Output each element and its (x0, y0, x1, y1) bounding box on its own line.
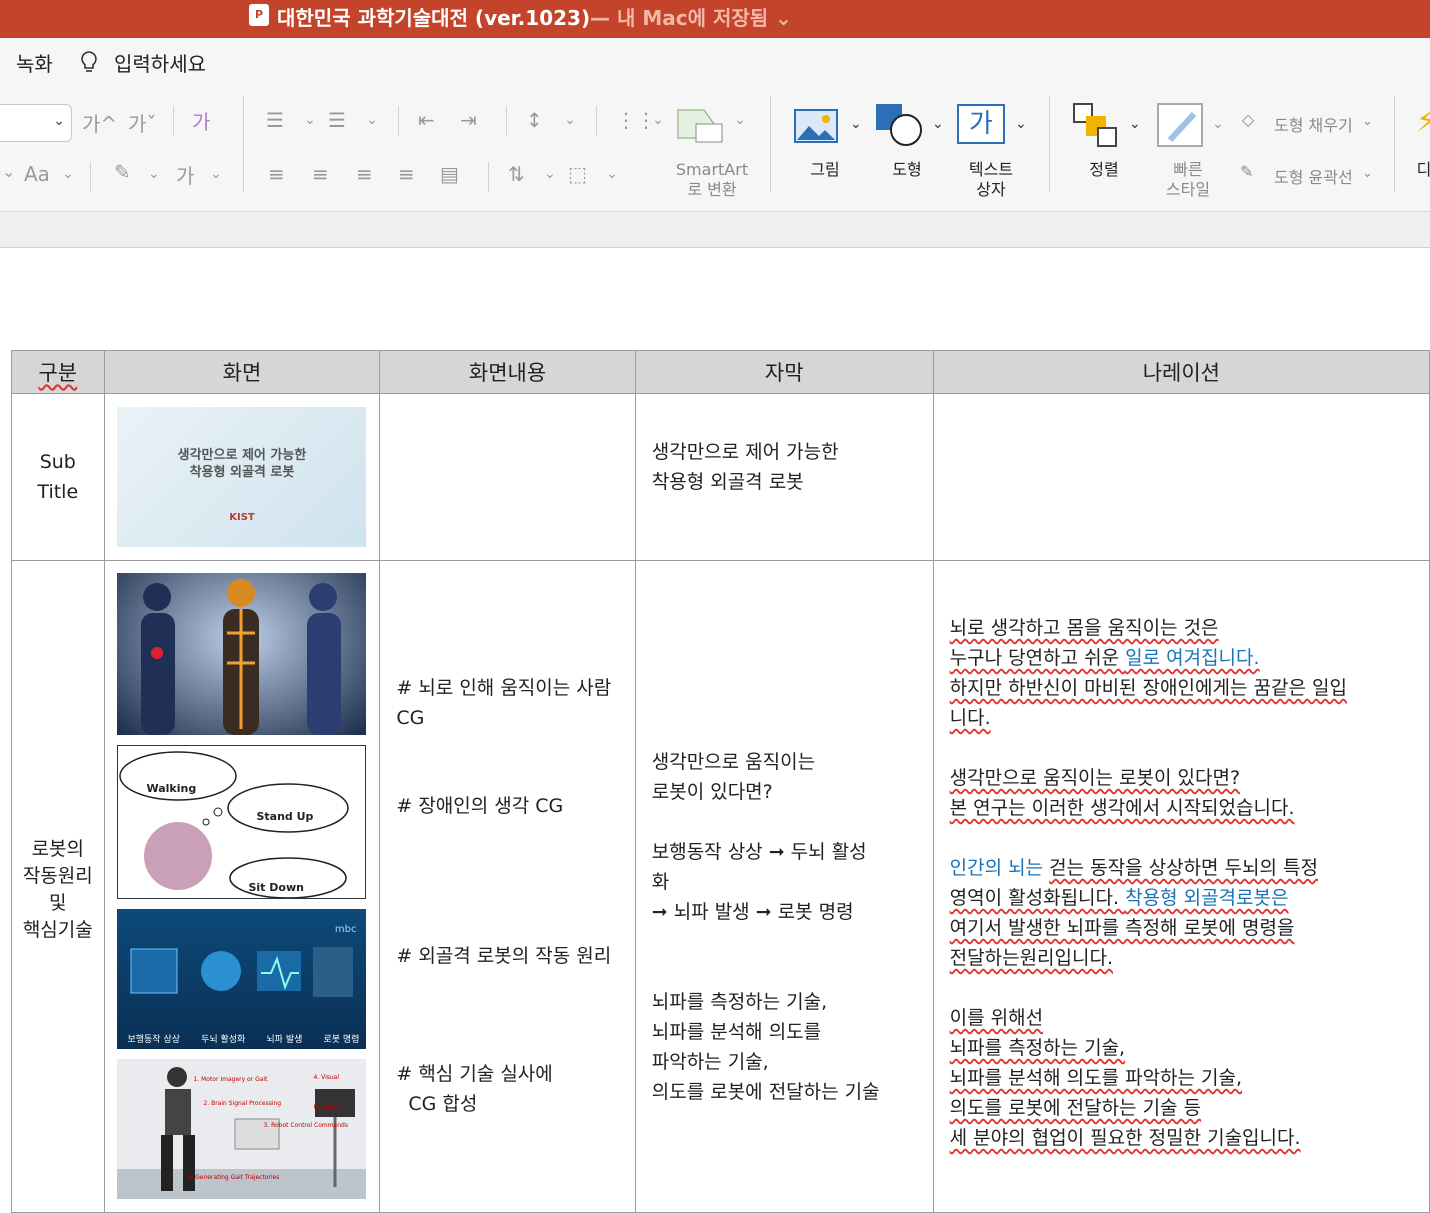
title-bar: P 대한민국 과학기술대전 (ver.1023) — 내 Mac에 저장됨 ⌄ (0, 0, 1430, 38)
numbering-icon[interactable]: ☰ (328, 108, 346, 132)
text-direction-icon[interactable]: ⇅ (508, 162, 525, 186)
chevron-down-icon: ⌄ (62, 166, 74, 182)
columns-icon[interactable]: ⋮⋮ (616, 108, 656, 132)
font-color-button[interactable]: 가 (176, 160, 194, 189)
content-cell[interactable] (379, 393, 636, 561)
align-center-icon[interactable]: ≡ (312, 162, 329, 186)
powerpoint-icon: P (249, 4, 269, 26)
distributed-icon[interactable]: ▤ (440, 162, 459, 186)
shape-fill-button[interactable]: 도형 채우기 (1274, 112, 1353, 136)
ribbon-lower-strip (0, 212, 1430, 248)
content-line: CG (396, 707, 425, 729)
quick-styles-button[interactable]: 빠른 스타일 (1152, 160, 1224, 200)
bullets-icon[interactable]: ☰ (266, 108, 284, 132)
storyboard-table: 구분 화면 화면내용 자막 나레이션 Sub Title 생각만으로 제어 가능… (11, 350, 1430, 1213)
menu-bar: 녹화 입력하세요 (0, 38, 1430, 84)
quick-styles-icon[interactable] (1156, 100, 1206, 150)
font-size-box[interactable]: ⌄ (0, 104, 72, 142)
core-tech-photo-thumbnail[interactable]: 1. Motor Imagery or Gait 2. Brain Signal… (117, 1059, 367, 1199)
screen-cell[interactable]: 생각만으로 제어 가능한 착용형 외골격 로봇 KIST (103, 393, 381, 561)
smartart-button[interactable]: SmartArt 로 변환 (664, 160, 760, 200)
textbox-icon[interactable]: 가 (957, 104, 1005, 144)
picture-button[interactable]: 그림 (796, 160, 854, 180)
arrange-icon[interactable] (1072, 102, 1122, 150)
line-spacing-icon[interactable]: ↕ (526, 108, 543, 132)
subtitle-thumbnail[interactable]: 생각만으로 제어 가능한 착용형 외골격 로봇 KIST (117, 407, 367, 547)
human-bodies-image (141, 579, 342, 735)
decrease-font-button[interactable]: 가ˇ (128, 108, 156, 137)
lightbulb-icon (81, 51, 97, 72)
chevron-down-icon: ⌄ (148, 166, 160, 182)
chevron-down-icon: ⌄ (53, 113, 65, 129)
increase-indent-icon[interactable]: ⇥ (460, 108, 477, 132)
divider (173, 106, 174, 136)
arrange-button[interactable]: 정렬 (1076, 160, 1132, 180)
kist-logo: KIST (229, 512, 255, 523)
content-line: # 장애인의 생각 CG (396, 795, 564, 817)
divider (243, 96, 244, 192)
lightning-icon[interactable]: ⚡ (1416, 104, 1430, 140)
narration-cell[interactable] (932, 393, 1430, 561)
content-line: # 핵심 기술 실사에 (396, 1063, 553, 1085)
shape-icon[interactable] (874, 102, 926, 148)
category-cell[interactable]: Sub Title (11, 393, 105, 561)
picture-icon[interactable] (793, 106, 841, 146)
header-caption: 자막 (634, 350, 934, 394)
window-title: 대한민국 과학기술대전 (ver.1023) (277, 6, 591, 30)
category-cell[interactable]: 로봇의 작동원리 및 핵심기술 (11, 560, 105, 1213)
header-narration: 나레이션 (932, 350, 1430, 394)
caption-cell[interactable]: 생각만으로 제어 가능한 착용형 외골격 로봇 (634, 393, 934, 561)
clear-format-icon[interactable]: 가 (192, 106, 210, 135)
header-screen: 화면 (103, 350, 381, 394)
content-line: CG 합성 (408, 1093, 478, 1115)
highlight-icon[interactable]: ✎ (114, 160, 131, 184)
align-right-icon[interactable]: ≡ (356, 162, 373, 186)
standup-label: Stand Up (256, 810, 314, 823)
table-row: Sub Title 생각만으로 제어 가능한 착용형 외골격 로봇 KIST 생… (11, 393, 1430, 561)
body-cg-thumbnail[interactable] (117, 573, 367, 735)
content-line: # 뇌로 인해 움직이는 사람 (396, 677, 612, 699)
narration-cell[interactable]: 뇌로 생각하고 몸을 움직이는 것은 누구나 당연하고 쉬운 일로 여겨집니다.… (932, 560, 1430, 1213)
chevron-down-icon: ⌄ (210, 166, 222, 182)
thought-bubbles-image (119, 751, 350, 898)
process-icons-image (130, 947, 354, 997)
robot-principle-thumbnail[interactable]: mbc 보행동작 상상 두뇌 활성화 뇌파 발생 로봇 명령 (117, 909, 367, 1049)
caption-cell[interactable]: 생각만으로 움직이는 로봇이 있다면? 보행동작 상상 ➞ 두뇌 활성 화 ➞ … (634, 560, 934, 1213)
walking-label: Walking (146, 782, 197, 795)
screen-cell[interactable]: Walking Stand Up Sit Down mbc 보행동작 상상 두뇌… (103, 560, 381, 1213)
table-row: 로봇의 작동원리 및 핵심기술 Walking Stand Up Sit Dow… (11, 560, 1430, 1213)
save-status[interactable]: — 내 Mac에 저장됨 ⌄ (590, 2, 792, 31)
disabled-thoughts-thumbnail[interactable]: Walking Stand Up Sit Down (117, 745, 367, 899)
ribbon: ⌄ 가^ 가ˇ 가 ⌄ Aa ⌄ ✎ ⌄ 가 ⌄ ☰ ⌄ ☰ ⌄ ⇤ ⇥ ↕ ⌄… (0, 84, 1430, 212)
change-case-button[interactable]: Aa (24, 162, 50, 186)
sitdown-label: Sit Down (248, 881, 304, 894)
paint-bucket-icon: ◇ (1242, 110, 1255, 129)
shape-outline-button[interactable]: 도형 윤곽선 (1274, 164, 1353, 188)
thumbnail-title: 생각만으로 제어 가능한 착용형 외골격 로봇 (177, 448, 307, 480)
align-text-icon[interactable]: ⬚ (568, 162, 587, 186)
header-screen-content: 화면내용 (379, 350, 636, 394)
tell-me-input[interactable]: 입력하세요 (114, 48, 206, 77)
decrease-indent-icon[interactable]: ⇤ (418, 108, 435, 132)
content-line: # 외골격 로봇의 작동 원리 (396, 945, 612, 967)
textbox-button[interactable]: 텍스트 상자 (958, 160, 1024, 200)
divider (90, 162, 91, 192)
content-cell[interactable]: # 뇌로 인해 움직이는 사람 CG # 장애인의 생각 CG # 외골격 로봇… (379, 560, 636, 1213)
tab-record[interactable]: 녹화 (16, 48, 53, 77)
table-header-row: 구분 화면 화면내용 자막 나레이션 (11, 350, 1430, 394)
pen-icon: ✎ (1240, 162, 1254, 181)
shape-button[interactable]: 도형 (880, 160, 934, 180)
justify-icon[interactable]: ≡ (398, 162, 415, 186)
align-left-icon[interactable]: ≡ (268, 162, 285, 186)
design-button[interactable]: 디 (1414, 160, 1430, 180)
increase-font-button[interactable]: 가^ (82, 108, 117, 137)
header-category: 구분 (11, 350, 105, 394)
smartart-icon[interactable] (676, 106, 724, 146)
